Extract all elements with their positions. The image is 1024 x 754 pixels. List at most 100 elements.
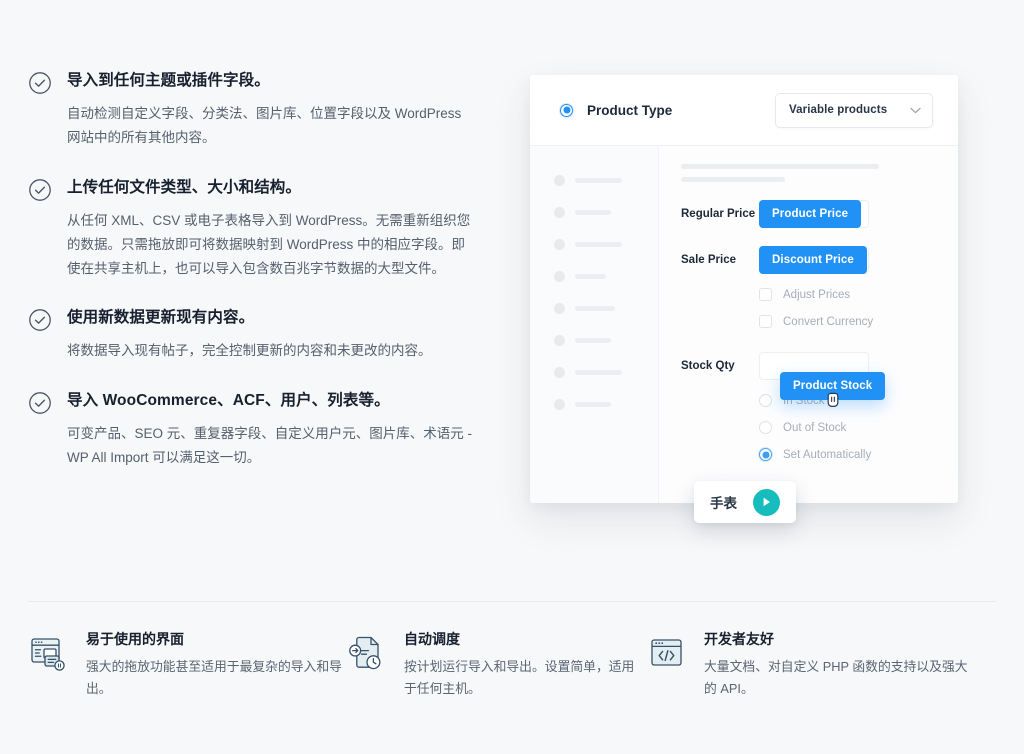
bottom-feature-title: 自动调度 bbox=[404, 631, 460, 647]
convert-currency-label: Convert Currency bbox=[783, 315, 874, 328]
skeleton-bar bbox=[575, 305, 615, 311]
feature-title: 上传任何文件类型、大小和结构。 bbox=[67, 178, 302, 196]
regular-price-row: Regular Price Product Price bbox=[681, 200, 934, 228]
bottom-feature-title: 开发者友好 bbox=[704, 631, 774, 647]
product-type-select-value: Variable products bbox=[789, 104, 888, 116]
discount-price-chip[interactable]: Discount Price bbox=[759, 246, 867, 274]
set-automatically-label: Set Automatically bbox=[783, 448, 872, 461]
feature-description: 自动检测自定义字段、分类法、图片库、位置字段以及 WordPress 网站中的所… bbox=[67, 106, 462, 146]
feature-body: 使用新数据更新现有内容。 将数据导入现有帖子，完全控制更新的内容和未更改的内容。 bbox=[67, 307, 498, 363]
play-icon[interactable] bbox=[753, 488, 780, 516]
skeleton-row bbox=[530, 196, 658, 228]
bottom-feature-body: 开发者友好 大量文档、对自定义 PHP 函数的支持以及强大的 API。 bbox=[704, 630, 976, 700]
in-stock-radio[interactable] bbox=[759, 394, 772, 407]
skeleton-bar bbox=[575, 401, 611, 407]
feature-item: 上传任何文件类型、大小和结构。 从任何 XML、CSV 或电子表格导入到 Wor… bbox=[28, 177, 498, 282]
feature-description: 可变产品、SEO 元、重复器字段、自定义用户元、图片库、术语元 - WP All… bbox=[67, 425, 473, 465]
skeleton-row bbox=[530, 324, 658, 356]
skeleton-dot bbox=[554, 398, 565, 410]
skeleton-line bbox=[681, 177, 785, 182]
skeleton-bar bbox=[575, 273, 606, 279]
bottom-features: 易于使用的界面 强大的拖放功能甚至适用于最复杂的导入和导出。 自动调度 按计划运… bbox=[28, 630, 996, 700]
watch-video-pill[interactable]: 手表 bbox=[694, 481, 796, 523]
sale-price-label: Sale Price bbox=[681, 254, 736, 266]
skeleton-dot bbox=[554, 270, 565, 282]
check-circle-icon bbox=[28, 391, 52, 415]
feature-description: 将数据导入现有帖子，完全控制更新的内容和未更改的内容。 bbox=[67, 343, 432, 359]
skeleton-row bbox=[530, 356, 658, 388]
feature-body: 上传任何文件类型、大小和结构。 从任何 XML、CSV 或电子表格导入到 Wor… bbox=[67, 177, 498, 282]
feature-title: 导入到任何主题或插件字段。 bbox=[67, 72, 270, 89]
radio-selected-icon[interactable] bbox=[560, 103, 573, 117]
skeleton-dot bbox=[554, 302, 565, 314]
code-window-icon bbox=[646, 632, 690, 676]
grab-handle-cursor-icon bbox=[825, 391, 841, 409]
skeleton-bar bbox=[575, 337, 611, 343]
feature-title: 导入 WooCommerce、ACF、用户、列表等。 bbox=[67, 391, 390, 409]
skeleton-dot bbox=[554, 238, 565, 250]
adjust-prices-row[interactable]: Adjust Prices bbox=[681, 288, 934, 301]
skeleton-bar bbox=[575, 241, 622, 247]
skeleton-row bbox=[530, 228, 658, 260]
product-price-chip[interactable]: Product Price bbox=[759, 200, 862, 228]
regular-price-input[interactable]: Product Price bbox=[759, 200, 869, 228]
product-type-select[interactable]: Variable products bbox=[775, 92, 933, 128]
product-editor-card: Product Type Variable products Regular P… bbox=[530, 75, 958, 503]
product-stock-drag-chip[interactable]: Product Stock bbox=[780, 372, 886, 407]
feature-item: 使用新数据更新现有内容。 将数据导入现有帖子，完全控制更新的内容和未更改的内容。 bbox=[28, 307, 498, 363]
bottom-feature-body: 易于使用的界面 强大的拖放功能甚至适用于最复杂的导入和导出。 bbox=[86, 630, 346, 700]
set-automatically-radio[interactable] bbox=[759, 448, 772, 461]
set-automatically-row[interactable]: Set Automatically bbox=[681, 448, 934, 461]
skeleton-dot bbox=[554, 334, 565, 346]
feature-body: 导入到任何主题或插件字段。 自动检测自定义字段、分类法、图片库、位置字段以及 W… bbox=[67, 70, 498, 151]
sale-price-row: Sale Price Discount Price bbox=[681, 246, 934, 274]
bottom-feature-body: 自动调度 按计划运行导入和导出。设置简单，适用于任何主机。 bbox=[404, 630, 646, 700]
bottom-feature-description: 按计划运行导入和导出。设置简单，适用于任何主机。 bbox=[404, 658, 635, 696]
stock-qty-label: Stock Qty bbox=[681, 360, 735, 372]
skeleton-sidebar bbox=[530, 146, 659, 503]
feature-description: 从任何 XML、CSV 或电子表格导入到 WordPress。无需重新组织您的数… bbox=[67, 212, 471, 276]
skeleton-dot bbox=[554, 174, 565, 186]
convert-currency-row[interactable]: Convert Currency bbox=[681, 315, 934, 328]
bottom-feature-item: 自动调度 按计划运行导入和导出。设置简单，适用于任何主机。 bbox=[346, 630, 646, 700]
adjust-prices-checkbox[interactable] bbox=[759, 288, 772, 301]
skeleton-dot bbox=[554, 206, 565, 218]
skeleton-row bbox=[530, 260, 658, 292]
feature-body: 导入 WooCommerce、ACF、用户、列表等。 可变产品、SEO 元、重复… bbox=[67, 390, 498, 471]
feature-title: 使用新数据更新现有内容。 bbox=[67, 309, 255, 327]
product-type-label: Product Type bbox=[587, 102, 673, 118]
document-clock-icon bbox=[346, 632, 390, 676]
check-circle-icon bbox=[28, 308, 52, 332]
card-header: Product Type Variable products bbox=[530, 75, 958, 146]
skeleton-dot bbox=[554, 366, 565, 378]
hero-section: 导入到任何主题或插件字段。 自动检测自定义字段、分类法、图片库、位置字段以及 W… bbox=[0, 0, 1024, 600]
bottom-feature-description: 大量文档、对自定义 PHP 函数的支持以及强大的 API。 bbox=[704, 658, 968, 696]
feature-list: 导入到任何主题或插件字段。 自动检测自定义字段、分类法、图片库、位置字段以及 W… bbox=[28, 70, 498, 470]
watch-video-label: 手表 bbox=[710, 496, 737, 511]
skeleton-row bbox=[530, 292, 658, 324]
skeleton-bar bbox=[575, 209, 611, 215]
bottom-feature-item: 易于使用的界面 强大的拖放功能甚至适用于最复杂的导入和导出。 bbox=[28, 630, 346, 700]
feature-item: 导入到任何主题或插件字段。 自动检测自定义字段、分类法、图片库、位置字段以及 W… bbox=[28, 70, 498, 151]
check-circle-icon bbox=[28, 178, 52, 202]
browser-drag-drop-icon bbox=[28, 632, 72, 676]
convert-currency-checkbox[interactable] bbox=[759, 315, 772, 328]
feature-item: 导入 WooCommerce、ACF、用户、列表等。 可变产品、SEO 元、重复… bbox=[28, 390, 498, 471]
card-main-panel: Regular Price Product Price Sale Price D… bbox=[659, 146, 958, 503]
out-of-stock-row[interactable]: Out of Stock bbox=[681, 421, 934, 434]
skeleton-row bbox=[530, 164, 658, 196]
sale-price-input[interactable]: Discount Price bbox=[759, 246, 869, 274]
out-of-stock-label: Out of Stock bbox=[783, 421, 847, 434]
skeleton-bar bbox=[575, 177, 622, 183]
bottom-feature-title: 易于使用的界面 bbox=[86, 631, 184, 647]
bottom-feature-description: 强大的拖放功能甚至适用于最复杂的导入和导出。 bbox=[86, 658, 342, 696]
skeleton-row bbox=[530, 388, 658, 420]
adjust-prices-label: Adjust Prices bbox=[783, 288, 851, 301]
regular-price-label: Regular Price bbox=[681, 208, 756, 220]
bottom-feature-item: 开发者友好 大量文档、对自定义 PHP 函数的支持以及强大的 API。 bbox=[646, 630, 976, 700]
out-of-stock-radio[interactable] bbox=[759, 421, 772, 434]
section-divider bbox=[28, 601, 996, 602]
skeleton-bar bbox=[575, 369, 622, 375]
chevron-down-icon bbox=[910, 107, 921, 114]
card-body: Regular Price Product Price Sale Price D… bbox=[530, 146, 958, 503]
